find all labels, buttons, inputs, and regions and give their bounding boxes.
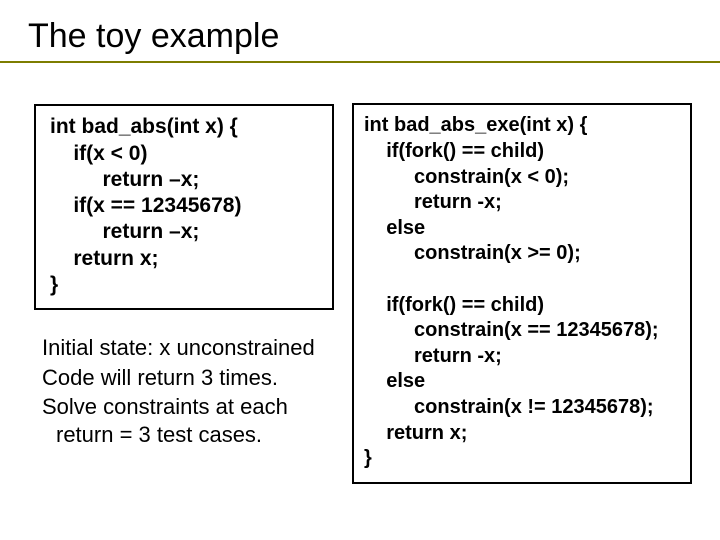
slide-title: The toy example — [28, 18, 692, 55]
right-column: int bad_abs_exe(int x) { if(fork() == ch… — [352, 83, 682, 503]
left-code-box: int bad_abs(int x) { if(x < 0) return –x… — [34, 104, 334, 310]
caption-line: Code will return 3 times. — [42, 364, 338, 392]
caption-block: Initial state: x unconstrained Code will… — [28, 334, 338, 448]
caption-line: Initial state: x unconstrained — [42, 334, 338, 362]
left-column: int bad_abs(int x) { if(x < 0) return –x… — [28, 83, 338, 450]
slide: The toy example int bad_abs(int x) { if(… — [0, 0, 720, 540]
columns: int bad_abs(int x) { if(x < 0) return –x… — [28, 83, 692, 503]
caption-line: Solve constraints at each return = 3 tes… — [42, 393, 338, 448]
right-code-box: int bad_abs_exe(int x) { if(fork() == ch… — [352, 103, 692, 483]
title-underline — [0, 61, 720, 63]
